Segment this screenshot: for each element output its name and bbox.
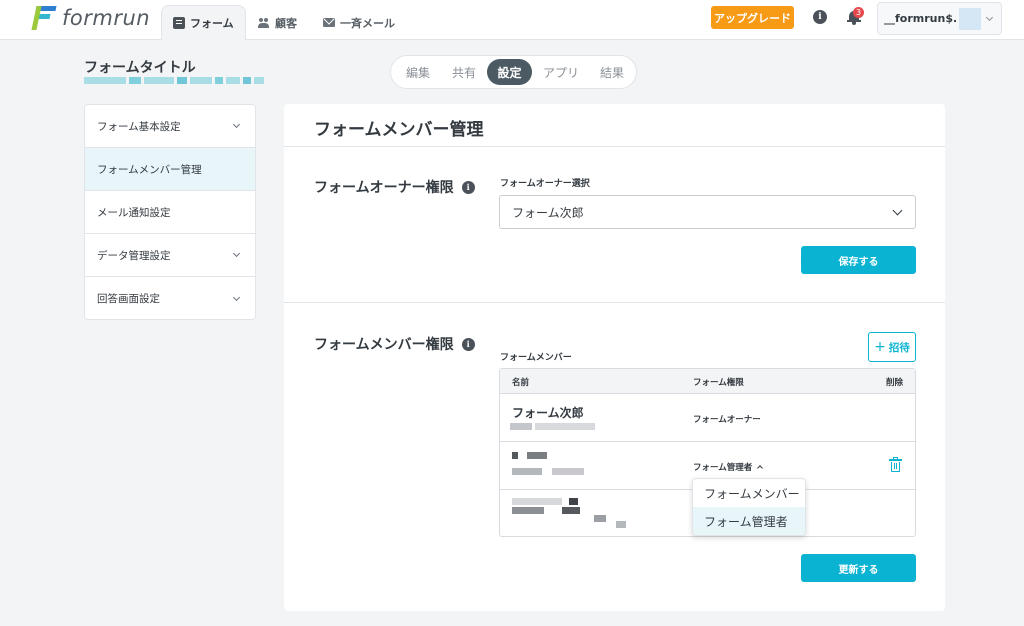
member-email-redacted: [594, 515, 606, 522]
plus-icon: +: [874, 339, 886, 355]
form-id-redacted: [84, 77, 264, 84]
sidebar-item-label: 回答画面設定: [97, 293, 160, 305]
tab-apps[interactable]: アプリ: [532, 59, 590, 85]
member-name-redacted: [569, 498, 578, 505]
trash-icon[interactable]: [889, 457, 902, 472]
member-email-redacted: [616, 521, 626, 528]
member-name-redacted: [562, 507, 580, 514]
member-email-redacted: [552, 468, 584, 475]
member-email-redacted: [510, 423, 532, 430]
member-role-label: フォーム管理者: [693, 463, 753, 473]
sidebar-item-label: フォーム基本設定: [97, 120, 181, 133]
chevron-up-icon: [757, 465, 764, 471]
save-button[interactable]: 保存する: [801, 246, 916, 274]
people-icon: [258, 17, 270, 29]
nav-tab-forms-label: フォーム: [190, 17, 234, 30]
chevron-down-icon: [232, 249, 241, 258]
account-name: __formrun$...: [884, 12, 956, 25]
invite-button-label: 招待: [888, 341, 910, 354]
column-header-name: 名前: [512, 378, 530, 388]
column-header-delete: 削除: [886, 378, 904, 388]
formrun-logo-mark-icon: [31, 6, 57, 30]
owner-section-title-text: フォームオーナー権限: [314, 180, 454, 196]
member-email-redacted: [535, 423, 595, 430]
nav-tab-customers[interactable]: 顧客: [258, 5, 297, 40]
tab-share[interactable]: 共有: [441, 59, 487, 85]
member-role-label: フォームオーナー: [693, 415, 761, 425]
page-title: フォームメンバー管理: [314, 120, 484, 140]
sidebar-item-data-management[interactable]: データ管理設定: [85, 234, 255, 277]
nav-tab-bulk-mail[interactable]: 一斉メール: [323, 5, 395, 40]
member-role-selector[interactable]: フォーム管理者: [693, 461, 764, 473]
document-icon: [173, 17, 185, 29]
mail-icon: [323, 18, 335, 27]
info-icon[interactable]: i: [813, 10, 827, 24]
info-icon[interactable]: i: [461, 180, 475, 194]
form-title: フォームタイトル: [84, 60, 196, 76]
table-row: フォーム次郎 フォームオーナー: [500, 394, 915, 442]
member-email-redacted: [512, 468, 542, 475]
logo-text: formrun: [62, 6, 151, 30]
column-header-role: フォーム権限: [693, 378, 744, 388]
owner-select[interactable]: フォーム次郎: [499, 195, 916, 229]
divider: [284, 302, 945, 303]
nav-tab-customers-label: 顧客: [275, 16, 297, 30]
tab-results[interactable]: 結果: [590, 59, 634, 85]
divider: [284, 146, 945, 147]
owner-section-title: フォームオーナー権限 i: [314, 177, 475, 197]
chevron-down-icon: [985, 13, 994, 21]
top-header: formrun フォーム 顧客 一斉メール アップグレード i 3 __form…: [0, 0, 1024, 40]
tab-edit[interactable]: 編集: [395, 59, 441, 85]
sidebar-item-label: フォームメンバー管理: [97, 163, 202, 176]
member-list-label: フォームメンバー: [500, 353, 572, 363]
form-section-tabs: 編集 共有 設定 アプリ 結果: [390, 55, 637, 89]
nav-tab-forms[interactable]: フォーム: [161, 5, 246, 40]
member-name: フォーム次郎: [512, 406, 584, 420]
upgrade-button[interactable]: アップグレード: [711, 6, 794, 29]
member-name-redacted: [512, 452, 518, 459]
member-role: フォームオーナー: [693, 413, 761, 425]
formrun-logo[interactable]: formrun: [31, 6, 151, 30]
owner-select-label: フォームオーナー選択: [500, 179, 590, 189]
nav-tab-bulk-mail-label: 一斉メール: [340, 16, 395, 30]
tab-settings[interactable]: 設定: [487, 59, 532, 85]
role-option-member[interactable]: フォームメンバー: [693, 479, 805, 507]
invite-button[interactable]: + 招待: [868, 332, 916, 362]
chevron-down-icon: [892, 205, 903, 216]
member-name-redacted: [512, 498, 562, 505]
sidebar-item-mail-notifications[interactable]: メール通知設定: [85, 191, 255, 234]
chevron-down-icon: [232, 120, 241, 129]
member-section-title: フォームメンバー権限 i: [314, 334, 475, 354]
sidebar-item-member-management[interactable]: フォームメンバー管理: [85, 148, 255, 191]
sidebar-item-label: データ管理設定: [97, 249, 171, 262]
sidebar-item-basic-settings[interactable]: フォーム基本設定: [85, 105, 255, 148]
table-header: 名前 フォーム権限 削除: [500, 369, 915, 394]
member-name-redacted: [527, 452, 547, 459]
sidebar-item-label: メール通知設定: [97, 206, 171, 219]
notification-count-badge: 3: [853, 7, 864, 18]
info-icon[interactable]: i: [461, 337, 475, 351]
member-section-title-text: フォームメンバー権限: [314, 337, 454, 353]
owner-select-value: フォーム次郎: [512, 205, 584, 220]
update-button[interactable]: 更新する: [801, 554, 916, 582]
member-management-panel: フォームメンバー管理 フォームオーナー権限 i フォームオーナー選択 フォーム次…: [284, 104, 945, 611]
role-option-admin[interactable]: フォーム管理者: [693, 507, 805, 535]
chevron-down-icon: [232, 293, 241, 301]
role-dropdown-menu: フォームメンバー フォーム管理者: [692, 478, 806, 536]
member-name-redacted: [512, 507, 544, 514]
settings-sidebar: フォーム基本設定 フォームメンバー管理 メール通知設定 データ管理設定 回答画面…: [84, 104, 256, 320]
sidebar-item-answer-screen[interactable]: 回答画面設定: [85, 277, 255, 319]
avatar: [959, 7, 981, 30]
account-menu[interactable]: __formrun$...: [877, 2, 1002, 35]
